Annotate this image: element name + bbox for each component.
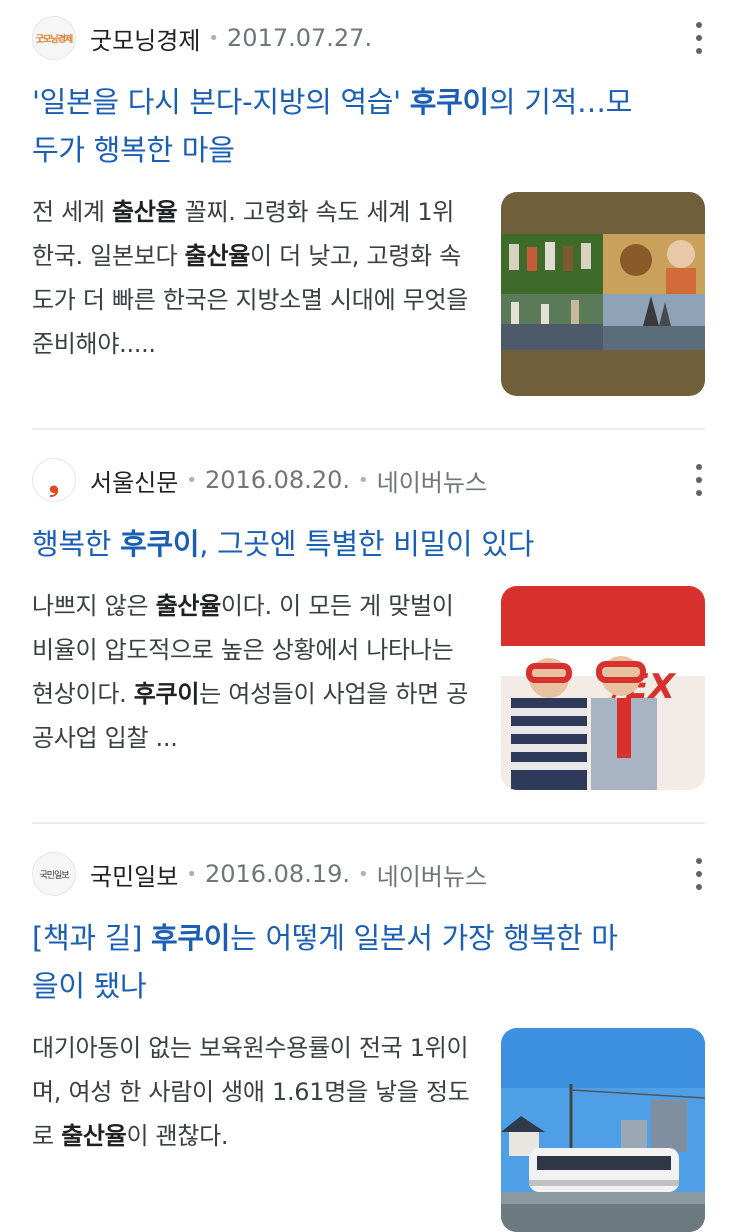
- source-row: ❟ 서울신문 • 2016.08.20. • 네이버뉴스: [32, 456, 705, 504]
- favicon-logo-text: ❟: [48, 467, 60, 498]
- title-text: 는 어떻게 일본서 가장 행복한 마: [230, 921, 618, 955]
- result-title-link[interactable]: 행복한 후쿠이, 그곳엔 특별한 비밀이 있다: [32, 520, 705, 568]
- news-result: 굿모닝경제 굿모닝경제 • 2017.07.27. '일본을 다시 본다-지방의…: [32, 0, 705, 396]
- title-highlight: 후쿠이: [120, 527, 200, 561]
- publish-date: 2017.07.27.: [227, 24, 373, 52]
- snippet-highlight: 출산율: [61, 1122, 127, 1150]
- result-title-link[interactable]: [책과 길] 후쿠이는 어떻게 일본서 가장 행복한 마을이 됐나: [32, 914, 705, 1010]
- separator-dot: •: [186, 469, 197, 491]
- separator-dot: •: [358, 863, 369, 885]
- result-body: 전 세계 출산율 꼴찌. 고령화 속도 세계 1위 한국. 일본보다 출산율이 …: [32, 190, 705, 396]
- title-highlight: 후쿠이: [409, 85, 489, 119]
- naver-news-link[interactable]: 네이버뉴스: [377, 463, 487, 498]
- source-favicon: 굿모닝경제: [32, 16, 76, 60]
- result-title-link[interactable]: '일본을 다시 본다-지방의 역습' 후쿠이의 기적…모두가 행복한 마을: [32, 78, 705, 174]
- more-options-icon[interactable]: [693, 22, 705, 54]
- snippet-highlight: 출산율: [155, 592, 222, 620]
- result-snippet: 전 세계 출산율 꼴찌. 고령화 속도 세계 1위 한국. 일본보다 출산율이 …: [32, 198, 469, 358]
- separator-dot: •: [208, 27, 220, 49]
- snippet-highlight: 출산율: [112, 198, 178, 226]
- news-results-feed: 굿모닝경제 굿모닝경제 • 2017.07.27. '일본을 다시 본다-지방의…: [0, 0, 737, 1232]
- snippet-highlight: 출산율: [184, 242, 251, 270]
- title-text: [책과 길]: [32, 921, 152, 955]
- news-result: ❟ 서울신문 • 2016.08.20. • 네이버뉴스 행복한 후쿠이, 그곳…: [32, 430, 705, 790]
- source-row: 굿모닝경제 굿모닝경제 • 2017.07.27.: [32, 14, 705, 62]
- source-meta: 서울신문 • 2016.08.20. • 네이버뉴스: [90, 463, 487, 498]
- source-name[interactable]: 서울신문: [90, 463, 178, 498]
- favicon-logo-text: 국민일보: [39, 870, 69, 881]
- naver-news-link[interactable]: 네이버뉴스: [377, 857, 487, 892]
- source-name[interactable]: 국민일보: [90, 857, 178, 892]
- publish-date: 2016.08.19.: [204, 860, 350, 888]
- favicon-logo-text: 굿모닝경제: [35, 34, 73, 45]
- more-options-icon[interactable]: [693, 464, 705, 496]
- glasses-men-thumbnail[interactable]: /EX: [501, 586, 705, 790]
- separator-dot: •: [186, 863, 197, 885]
- result-body: 나쁘지 않은 출산율이다. 이 모든 게 맞벌이 비율이 압도적으로 높은 상황…: [32, 584, 705, 790]
- snippet-highlight: 후쿠이: [133, 680, 200, 708]
- result-snippet: 나쁘지 않은 출산율이다. 이 모든 게 맞벌이 비율이 압도적으로 높은 상황…: [32, 592, 469, 752]
- news-result: 국민일보 국민일보 • 2016.08.19. • 네이버뉴스 [책과 길] 후…: [32, 824, 705, 1232]
- source-favicon: 국민일보: [32, 852, 76, 896]
- separator-dot: •: [358, 469, 369, 491]
- title-text: 행복한: [32, 527, 121, 561]
- source-favicon: ❟: [32, 458, 76, 502]
- source-meta: 굿모닝경제 • 2017.07.27.: [90, 21, 372, 56]
- title-text: , 그곳엔 특별한 비밀이 있다: [199, 527, 534, 561]
- title-text: 두가 행복한 마을: [32, 133, 235, 167]
- title-text: 을이 됐나: [32, 969, 147, 1003]
- title-text: 의 기적…모: [488, 85, 633, 119]
- publish-date: 2016.08.20.: [204, 466, 350, 494]
- tram-city-thumbnail[interactable]: [501, 1028, 705, 1232]
- title-highlight: 후쿠이: [151, 921, 231, 955]
- more-options-icon[interactable]: [693, 858, 705, 890]
- title-text: '일본을 다시 본다-지방의 역습': [32, 85, 410, 119]
- source-meta: 국민일보 • 2016.08.19. • 네이버뉴스: [90, 857, 487, 892]
- festival-collage-thumbnail[interactable]: [501, 192, 705, 396]
- source-row: 국민일보 국민일보 • 2016.08.19. • 네이버뉴스: [32, 850, 705, 898]
- source-name[interactable]: 굿모닝경제: [90, 21, 200, 56]
- result-snippet: 대기아동이 없는 보육원수용률이 전국 1위이며, 여성 한 사람이 생애 1.…: [32, 1034, 470, 1150]
- result-body: 대기아동이 없는 보육원수용률이 전국 1위이며, 여성 한 사람이 생애 1.…: [32, 1026, 705, 1232]
